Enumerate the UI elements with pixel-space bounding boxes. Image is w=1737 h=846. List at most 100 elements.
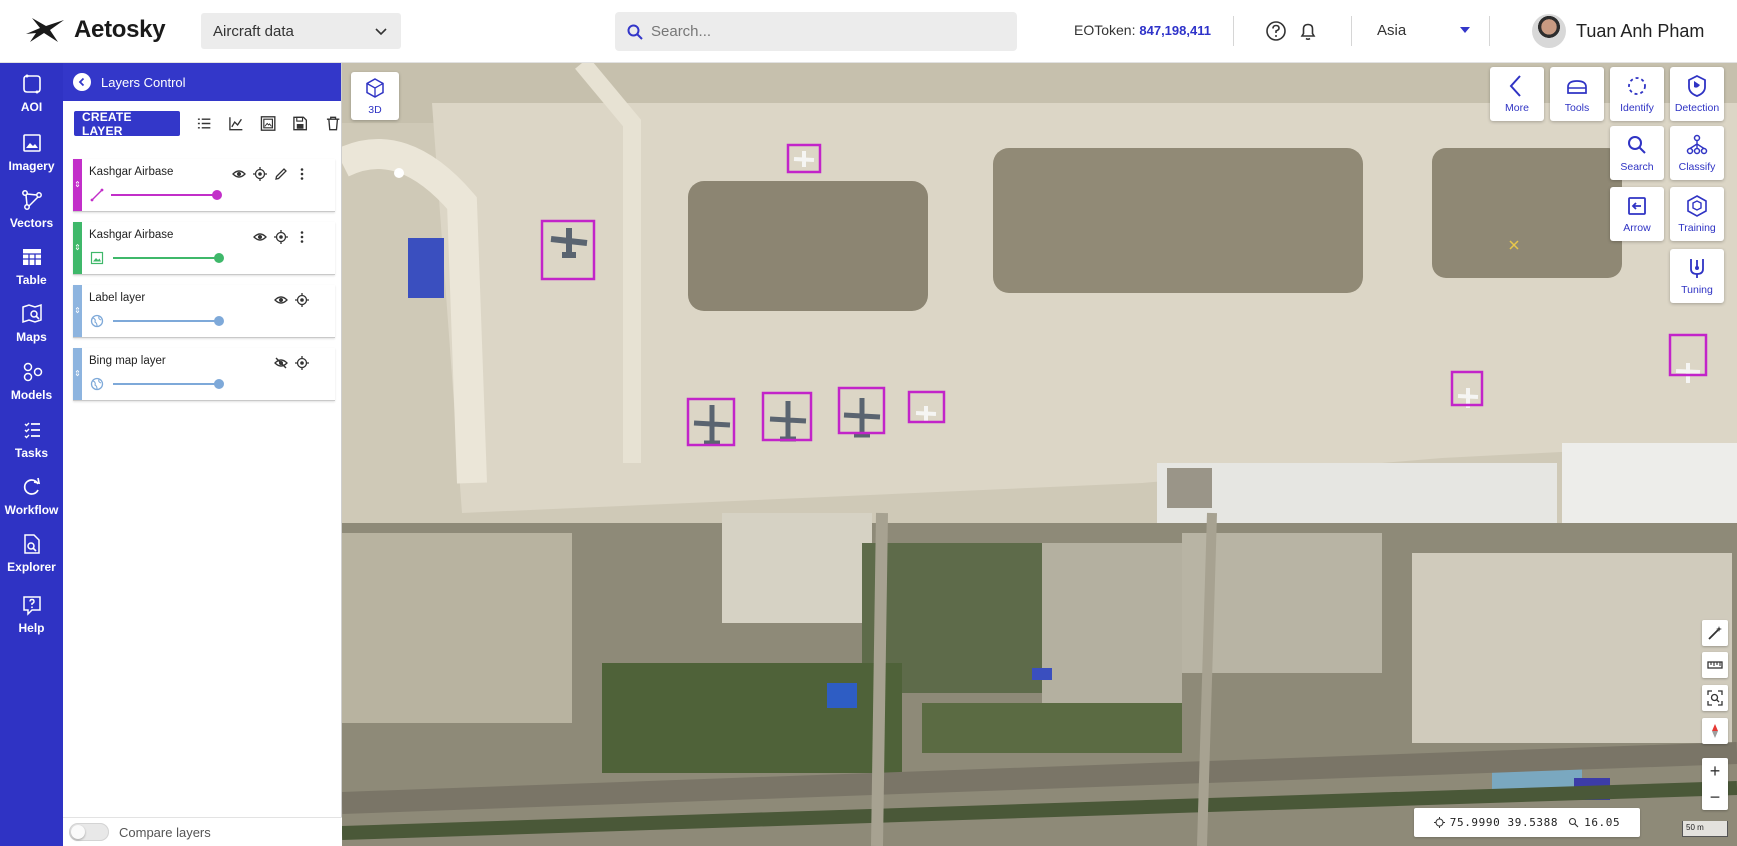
aetosky-logo-icon — [26, 18, 64, 42]
zoom-out-button[interactable]: − — [1702, 784, 1728, 810]
tuning-button[interactable]: Tuning — [1670, 249, 1724, 303]
locate-icon[interactable] — [295, 356, 309, 370]
panel-title: Layers Control — [101, 74, 186, 90]
list-icon[interactable] — [196, 115, 212, 132]
layer-card[interactable]: ⇕ Label layer — [73, 285, 335, 338]
caret-down-icon[interactable] — [1460, 27, 1470, 33]
eye-off-icon[interactable] — [274, 356, 288, 370]
crosshair-icon — [1433, 817, 1445, 828]
nav-item-imagery[interactable]: Imagery — [0, 128, 63, 184]
identify-button[interactable]: Identify — [1610, 67, 1664, 121]
global-search[interactable] — [615, 12, 1017, 51]
nav-item-table[interactable]: Table — [0, 242, 63, 298]
zoom-to-extent-button[interactable] — [1702, 685, 1728, 711]
search-tool-button[interactable]: Search — [1610, 126, 1664, 180]
nav-item-tasks[interactable]: Tasks — [0, 415, 63, 471]
more-vertical-icon[interactable] — [295, 167, 309, 181]
search-input[interactable] — [651, 23, 991, 40]
locate-icon[interactable] — [274, 230, 288, 244]
save-icon[interactable] — [292, 115, 308, 132]
opacity-slider[interactable] — [111, 190, 222, 200]
region-select[interactable]: Asia — [1377, 22, 1406, 39]
slider-knob[interactable] — [212, 190, 222, 200]
opacity-slider[interactable] — [113, 316, 224, 326]
eye-icon[interactable] — [232, 167, 246, 181]
layer-drag-handle[interactable]: ⇕ — [73, 159, 82, 211]
magic-wand-icon — [1708, 626, 1722, 640]
help-circle-icon[interactable] — [1265, 20, 1287, 42]
layer-drag-handle[interactable]: ⇕ — [73, 348, 82, 400]
layer-drag-handle[interactable]: ⇕ — [73, 222, 82, 274]
nav-label: Explorer — [7, 560, 56, 574]
more-button[interactable]: More — [1490, 67, 1544, 121]
layer-drag-handle[interactable]: ⇕ — [73, 285, 82, 337]
layers-panel: Layers Control CREATE LAYER ⇕ Kashgar Ai… — [63, 63, 342, 846]
nav-label: Models — [10, 388, 53, 402]
bell-icon[interactable] — [1297, 20, 1319, 42]
chevron-left-icon — [1509, 75, 1521, 97]
eye-icon[interactable] — [253, 230, 267, 244]
nav-item-maps[interactable]: Maps — [0, 299, 63, 355]
layer-card[interactable]: ⇕ Kashgar Airbase — [73, 159, 335, 212]
aoi-icon — [22, 74, 41, 94]
layer-card[interactable]: ⇕ Bing map layer — [73, 348, 335, 401]
compass-button[interactable] — [1702, 718, 1728, 744]
create-layer-button[interactable]: CREATE LAYER — [74, 110, 180, 138]
left-nav-rail: AOI Imagery Vectors Table Maps Models Ta… — [0, 63, 63, 846]
view-3d-button[interactable]: 3D — [351, 72, 399, 120]
app-logo[interactable]: Aetosky — [24, 14, 166, 46]
nav-item-explorer[interactable]: Explorer — [0, 529, 63, 585]
detection-button[interactable]: Detection — [1670, 67, 1724, 121]
zoom-in-button[interactable]: + — [1702, 758, 1728, 784]
nav-label: Imagery — [8, 159, 55, 173]
compare-layers-label: Compare layers — [119, 824, 211, 840]
layer-card[interactable]: ⇕ Kashgar Airbase — [73, 222, 335, 275]
button-label: 3D — [368, 104, 382, 116]
classify-button[interactable]: Classify — [1670, 126, 1724, 180]
search-icon — [1628, 136, 1646, 154]
button-label: Tools — [1564, 102, 1590, 114]
avatar[interactable] — [1532, 14, 1566, 48]
slider-knob[interactable] — [214, 253, 224, 263]
user-name[interactable]: Tuan Anh Pham — [1576, 21, 1704, 42]
chevron-down-icon — [375, 28, 387, 36]
top-header: Aetosky Aircraft data EOToken: 847,198,4… — [0, 0, 1737, 63]
nav-label: Workflow — [4, 503, 59, 517]
arrow-icon — [1628, 197, 1646, 215]
tuning-icon — [1690, 259, 1704, 278]
collapse-panel-button[interactable] — [73, 73, 91, 91]
vector-layer-icon — [90, 188, 104, 202]
nav-item-aoi[interactable]: AOI — [0, 69, 63, 125]
eye-icon[interactable] — [274, 293, 288, 307]
classify-icon — [1686, 134, 1708, 155]
nav-label: Table — [16, 273, 47, 287]
edit-icon[interactable] — [274, 167, 288, 181]
slider-knob[interactable] — [214, 316, 224, 326]
map-view[interactable]: 3D More Tools Identify Detection Search … — [342, 63, 1737, 846]
locate-icon[interactable] — [295, 293, 309, 307]
slider-knob[interactable] — [214, 379, 224, 389]
nav-item-help[interactable]: Help — [0, 590, 63, 646]
magic-wand-button[interactable] — [1702, 620, 1728, 646]
zoom-control: + − — [1702, 758, 1728, 810]
tools-button[interactable]: Tools — [1550, 67, 1604, 121]
locate-icon[interactable] — [253, 167, 267, 181]
toggle-switch[interactable] — [69, 823, 109, 841]
image-frame-icon[interactable] — [260, 115, 276, 132]
nav-item-models[interactable]: Models — [0, 357, 63, 413]
tasks-icon — [24, 422, 40, 439]
chart-line-icon[interactable] — [228, 115, 244, 132]
opacity-slider[interactable] — [113, 253, 224, 263]
dataset-select[interactable]: Aircraft data — [201, 13, 401, 49]
layers-panel-header: Layers Control — [63, 63, 341, 101]
compare-layers-toggle[interactable]: Compare layers — [63, 817, 342, 846]
nav-item-workflow[interactable]: Workflow — [0, 472, 63, 528]
dataset-select-value: Aircraft data — [213, 22, 294, 40]
more-vertical-icon[interactable] — [295, 230, 309, 244]
ruler-button[interactable] — [1702, 652, 1728, 678]
opacity-slider[interactable] — [113, 379, 224, 389]
trash-icon[interactable] — [325, 115, 341, 132]
arrow-button[interactable]: Arrow — [1610, 187, 1664, 241]
nav-item-vectors[interactable]: Vectors — [0, 185, 63, 241]
training-button[interactable]: Training — [1670, 187, 1724, 241]
